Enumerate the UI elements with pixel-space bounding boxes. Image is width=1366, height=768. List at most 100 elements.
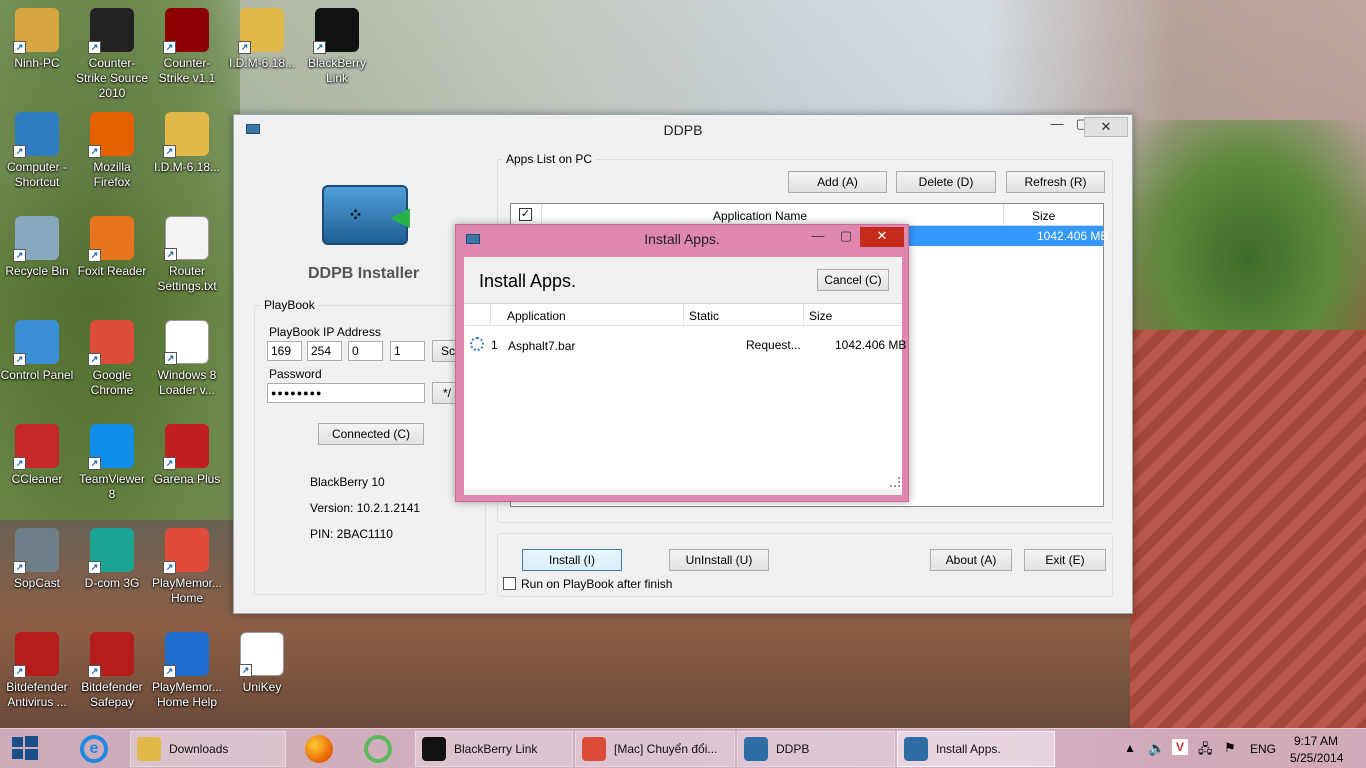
password-field[interactable]: ●●●●●●●● [267,383,425,403]
shortcut-arrow-icon: ↗ [238,41,251,54]
shortcut-arrow-icon: ↗ [13,353,26,366]
flag-icon[interactable]: ⚑ [1224,740,1236,756]
viettel-icon: ↗ [88,528,134,574]
shortcut-arrow-icon: ↗ [163,457,176,470]
ip-octet-2[interactable]: 254 [307,341,342,361]
volume-icon[interactable]: 🔈 [1148,740,1165,757]
shortcut-arrow-icon: ↗ [88,665,101,678]
desktop-icon[interactable]: ↗ Mozilla Firefox [75,112,149,190]
install-button[interactable]: Install (I) [522,549,622,571]
taskbar-button-label: [Mac] Chuyển đổi... [614,742,718,756]
col-application[interactable]: Application [507,309,566,323]
desktop-icon[interactable]: ↗ PlayMemor... Home [150,528,224,606]
install-list: Application Static Size 1 Asphalt7.bar R… [464,303,906,489]
shortcut-arrow-icon: ↗ [88,561,101,574]
ip-octet-1[interactable]: 169 [267,341,302,361]
resize-grip-icon[interactable] [890,477,900,487]
ip-octet-3[interactable]: 0 [348,341,383,361]
internet-explorer-icon[interactable]: e [80,735,108,763]
shortcut-arrow-icon: ↗ [13,41,26,54]
computer-icon: ↗ [13,112,59,158]
desktop-icon[interactable]: ↗ BlackBerry Link [300,8,374,86]
col-install-size[interactable]: Size [809,309,832,323]
add-button[interactable]: Add (A) [788,171,887,193]
show-password-button[interactable]: */ [432,382,456,404]
network-icon[interactable]: 🖧 [1198,740,1213,762]
unikey-icon: ↗ [239,632,284,677]
desktop-icon[interactable]: ↗ Control Panel [0,320,74,383]
playbook-group-title: PlayBook [261,298,318,312]
desktop-icon[interactable]: ↗ Computer - Shortcut [0,112,74,190]
install-close-button[interactable]: ✕ [860,227,904,247]
taskbar-button[interactable]: Install Apps. [897,731,1055,767]
desktop-icon[interactable]: ↗ I.D.M-6.18... [150,112,224,175]
bitdefender-icon: ↗ [13,632,59,678]
install-list-header: Application Static Size [464,304,902,326]
language-indicator[interactable]: ENG [1250,742,1276,756]
clock-date[interactable]: 5/25/2014 [1290,751,1343,765]
connected-button[interactable]: Connected (C) [318,423,424,445]
shortcut-arrow-icon: ↗ [163,665,176,678]
coccoc-taskbar-icon[interactable] [364,735,392,763]
exit-button[interactable]: Exit (E) [1024,549,1106,571]
recycle-bin-icon: ↗ [13,216,59,262]
wallpaper-roof [1130,330,1366,730]
desktop-icon[interactable]: ↗ PlayMemor... Home Help [150,632,224,710]
about-button[interactable]: About (A) [930,549,1012,571]
desktop-icon[interactable]: ↗ CCleaner [0,424,74,487]
desktop-icon-label: Mozilla Firefox [93,160,131,189]
install-row[interactable]: 1 Asphalt7.bar Request... 1042.406 MB [464,334,906,356]
ddpb-titlebar: DDPB [234,115,1132,145]
desktop-icon[interactable]: ↗ Counter-Strike Source 2010 [75,8,149,101]
taskbar-button[interactable]: [Mac] Chuyển đổi... [575,731,735,767]
col-size[interactable]: Size [1032,209,1055,223]
shortcut-arrow-icon: ↗ [13,249,26,262]
col-static[interactable]: Static [689,309,719,323]
install-maximize-button[interactable]: ▢ [834,227,858,247]
desktop-icon[interactable]: ↗ Bitdefender Safepay [75,632,149,710]
desktop-icon[interactable]: ↗ TeamViewer 8 [75,424,149,502]
taskbar-button[interactable]: BlackBerry Link [415,731,573,767]
desktop-icon[interactable]: ↗ Windows 8 Loader v... [150,320,224,398]
select-all-checkbox[interactable]: ✓ [519,208,532,221]
tray-chevron-icon[interactable]: ▲ [1124,741,1136,755]
firefox-taskbar-icon[interactable] [305,735,333,763]
ccleaner-icon: ↗ [13,424,59,470]
desktop-icon[interactable]: ↗ Google Chrome [75,320,149,398]
scan-button[interactable]: Sca [432,340,456,362]
desktop-icon-label: CCleaner [11,472,63,486]
clock-time[interactable]: 9:17 AM [1294,734,1338,748]
taskbar-button[interactable]: DDPB [737,731,895,767]
close-button[interactable]: ✕ [1084,117,1128,137]
shortcut-arrow-icon: ↗ [163,145,176,158]
delete-button[interactable]: Delete (D) [896,171,996,193]
shortcut-arrow-icon: ↗ [13,457,26,470]
desktop-icon[interactable]: ↗ I.D.M-6.18... [225,8,299,71]
minimize-button[interactable]: — [1044,115,1070,135]
desktop-icon[interactable]: ↗ Foxit Reader [75,216,149,279]
ddpb-icon [744,737,768,761]
start-windows-icon[interactable] [12,736,38,761]
col-application-name[interactable]: Application Name [713,209,807,223]
shortcut-arrow-icon: ↗ [13,561,26,574]
install-minimize-button[interactable]: — [806,227,830,247]
desktop-icon[interactable]: ↗ D-com 3G [75,528,149,591]
desktop-icon[interactable]: ↗ Bitdefender Antivirus ... [0,632,74,710]
cancel-button[interactable]: Cancel (C) [817,269,889,291]
taskbar-button[interactable]: Downloads [130,731,286,767]
desktop-icon[interactable]: ↗ Recycle Bin [0,216,74,279]
vietkey-tray-icon[interactable]: V [1172,739,1188,755]
refresh-button[interactable]: Refresh (R) [1006,171,1105,193]
desktop-icon[interactable]: ↗ Router Settings.txt [150,216,224,294]
desktop-icon[interactable]: ↗ Ninh-PC [0,8,74,71]
uninstall-button[interactable]: UnInstall (U) [669,549,769,571]
chrome-icon [582,737,606,761]
run-after-checkbox[interactable] [503,577,516,590]
desktop-icon[interactable]: ↗ SopCast [0,528,74,591]
shortcut-arrow-icon: ↗ [164,248,177,261]
desktop-icon[interactable]: ↗ Garena Plus [150,424,224,487]
ip-octet-4[interactable]: 1 [390,341,425,361]
playmemories-icon: ↗ [163,528,209,574]
desktop-icon[interactable]: ↗ UniKey [225,632,299,695]
desktop-icon[interactable]: ↗ Counter-Strike v1.1 [150,8,224,86]
